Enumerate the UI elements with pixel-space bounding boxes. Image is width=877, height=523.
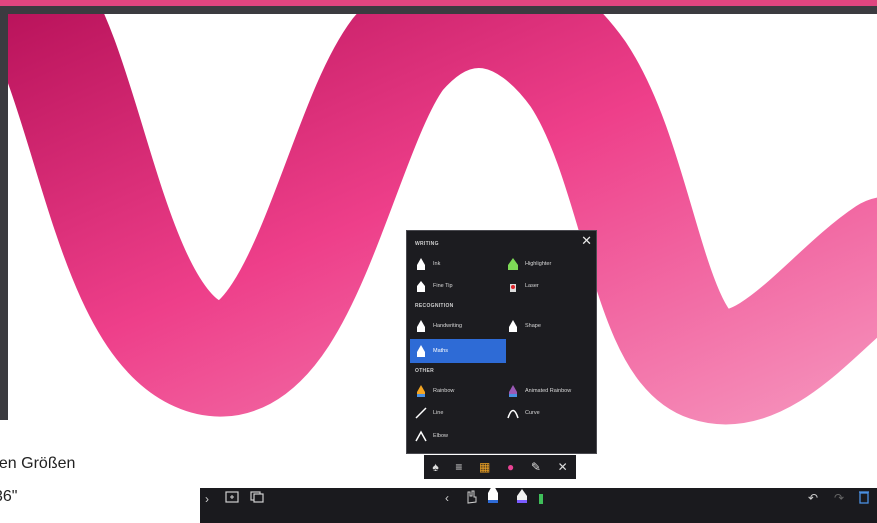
menu-icon[interactable]: ≡ bbox=[455, 460, 462, 474]
curve-icon bbox=[507, 407, 519, 419]
section-writing: WRITING bbox=[415, 241, 439, 247]
highlighter-icon bbox=[507, 258, 519, 270]
close-icon[interactable]: ✕ bbox=[558, 460, 568, 474]
trash-icon[interactable] bbox=[858, 490, 870, 507]
green-marker-icon[interactable] bbox=[538, 492, 544, 507]
active-pen-icon[interactable] bbox=[486, 482, 500, 507]
expand-arrow-icon[interactable]: › bbox=[205, 492, 209, 506]
handwriting-pen-icon bbox=[415, 320, 427, 332]
fine-tip-pen-icon bbox=[415, 280, 427, 292]
pen-tools-panel: ✕ WRITING Ink Highlighter Fine Tip Laser… bbox=[406, 230, 597, 454]
eyedropper-icon[interactable]: ✎ bbox=[531, 460, 541, 474]
section-other: OTHER bbox=[415, 368, 434, 374]
tool-handwriting[interactable]: Handwriting bbox=[415, 317, 503, 335]
tool-maths[interactable]: Maths bbox=[410, 339, 506, 363]
tool-curve[interactable]: Curve bbox=[507, 404, 593, 422]
shape-pen-icon bbox=[507, 320, 519, 332]
elbow-icon bbox=[415, 430, 427, 442]
tool-line[interactable]: Line bbox=[415, 404, 503, 422]
tool-laser[interactable]: Laser bbox=[507, 277, 593, 295]
color-wheel-icon[interactable]: ● bbox=[507, 460, 514, 474]
tool-shape[interactable]: Shape bbox=[507, 317, 593, 335]
laser-pointer-icon bbox=[507, 280, 519, 292]
undo-icon[interactable]: ↶ bbox=[808, 491, 818, 505]
new-page-icon[interactable] bbox=[225, 491, 239, 506]
animated-rainbow-pen-icon bbox=[507, 385, 519, 397]
ink-pen-icon bbox=[415, 258, 427, 270]
tool-rainbow[interactable]: Rainbow bbox=[415, 382, 503, 400]
tool-highlighter[interactable]: Highlighter bbox=[507, 255, 593, 273]
tool-elbow[interactable]: Elbow bbox=[415, 427, 503, 445]
caption-overlay: nen Größen 36" bbox=[0, 420, 200, 523]
close-icon[interactable]: ✕ bbox=[581, 233, 592, 249]
section-recognition: RECOGNITION bbox=[415, 303, 454, 309]
hand-icon[interactable] bbox=[465, 490, 477, 507]
tool-fine-tip[interactable]: Fine Tip bbox=[415, 277, 503, 295]
highlighter-pen-icon[interactable] bbox=[516, 488, 528, 507]
redo-icon[interactable]: ↷ bbox=[834, 491, 844, 505]
rainbow-pen-icon bbox=[415, 385, 427, 397]
line-icon bbox=[415, 407, 427, 419]
caption-line-2: 36" bbox=[0, 488, 18, 505]
pages-icon[interactable] bbox=[250, 491, 264, 506]
pen-mini-toolbar: ♠ ≡ ▦ ● ✎ ✕ bbox=[424, 455, 576, 479]
back-arrow-icon[interactable]: ‹ bbox=[445, 491, 449, 505]
maths-pen-icon bbox=[415, 345, 427, 357]
palette-icon[interactable]: ▦ bbox=[479, 460, 490, 474]
tool-ink[interactable]: Ink bbox=[415, 255, 503, 273]
caption-line-1: nen Größen bbox=[0, 455, 76, 472]
pen-icon[interactable]: ♠ bbox=[432, 460, 438, 474]
tool-animated-rainbow[interactable]: Animated Rainbow bbox=[507, 382, 593, 400]
